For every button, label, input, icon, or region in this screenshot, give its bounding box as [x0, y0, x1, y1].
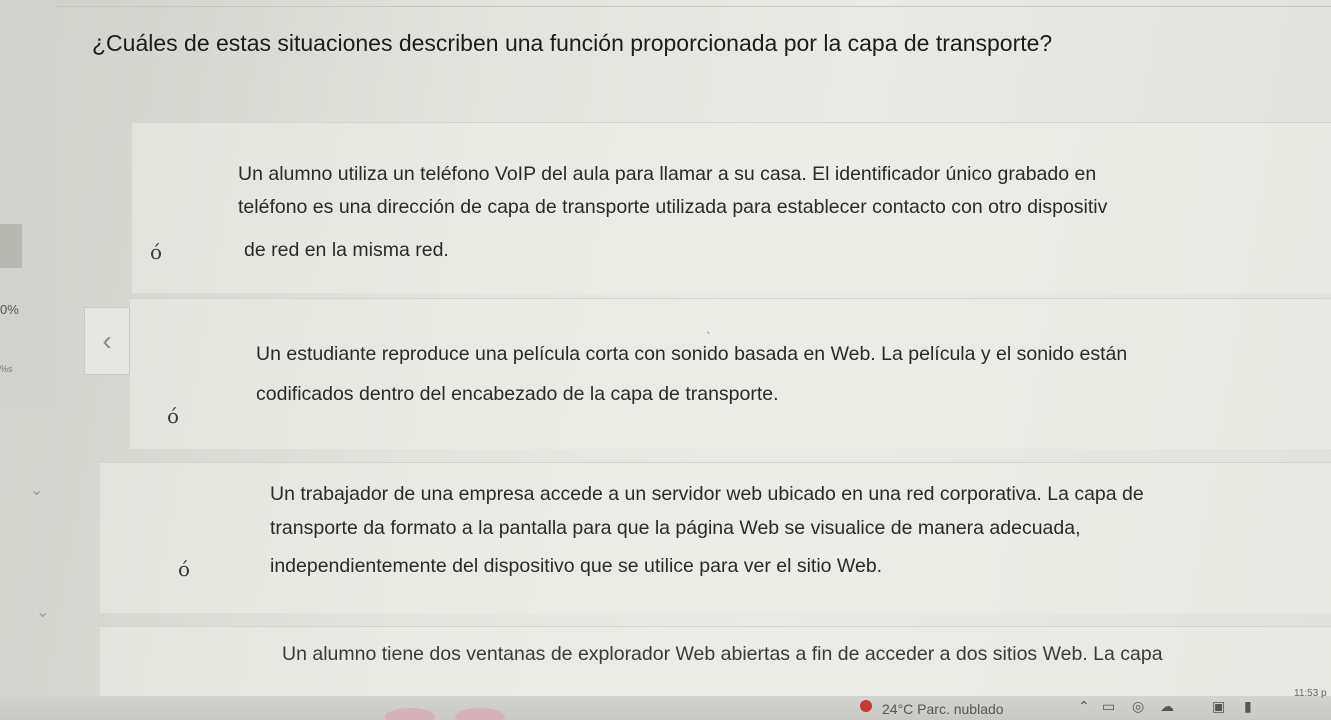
option-radio-3[interactable]: ó: [178, 557, 190, 581]
option-1-line-3: de red en la misma red.: [244, 239, 449, 261]
option-3-line-1: Un trabajador de una empresa accede a un…: [270, 483, 1144, 505]
camera-icon[interactable]: ▣: [1212, 698, 1225, 715]
speaker-icon[interactable]: ▭: [1102, 698, 1115, 715]
battery-icon[interactable]: ▮: [1244, 698, 1252, 715]
option-radio-1[interactable]: ó: [150, 240, 162, 264]
option-1-line-2: teléfono es una dirección de capa de tra…: [238, 196, 1108, 218]
chevron-down-icon[interactable]: ⌄: [30, 480, 43, 500]
screen: 0% %s ¿Cuáles de estas situaciones descr…: [0, 0, 1331, 720]
taskbar-app-icon[interactable]: [385, 708, 435, 720]
option-3-line-2: transporte da formato a la pantalla para…: [270, 517, 1081, 539]
option-2-line-1: Un estudiante reproduce una película cor…: [256, 343, 1128, 365]
wifi-icon[interactable]: ◎: [1132, 698, 1144, 715]
weather-text[interactable]: 24°C Parc. nublado: [882, 701, 1004, 717]
previous-button[interactable]: ‹: [84, 307, 130, 375]
sidebar-tiny-label: %s: [0, 364, 13, 374]
option-card-2[interactable]: [130, 298, 1331, 449]
option-1-line-1: Un alumno utiliza un teléfono VoIP del a…: [238, 163, 1097, 185]
progress-label: 0%: [0, 302, 19, 317]
cursor-mark-icon: ˎ: [706, 318, 712, 335]
option-4-line-1: Un alumno tiene dos ventanas de explorad…: [282, 643, 1163, 665]
chevron-down-icon[interactable]: ⌄: [36, 602, 49, 622]
question-title: ¿Cuáles de estas situaciones describen u…: [92, 30, 1053, 56]
sidebar-marker[interactable]: [0, 224, 22, 268]
top-divider: [0, 6, 1331, 7]
option-radio-2[interactable]: ó: [167, 404, 179, 428]
chevron-up-icon[interactable]: ⌃: [1078, 698, 1090, 715]
cloud-icon[interactable]: ☁: [1160, 698, 1174, 715]
chevron-left-icon: ‹: [102, 325, 112, 356]
weather-alert-icon[interactable]: [860, 700, 872, 712]
clock[interactable]: 11:53 p: [1294, 688, 1327, 699]
taskbar-app-icon[interactable]: [455, 708, 505, 720]
option-3-line-3: independientemente del dispositivo que s…: [270, 555, 883, 577]
option-2-line-2: codificados dentro del encabezado de la …: [256, 383, 779, 405]
left-sidebar: [0, 0, 56, 408]
